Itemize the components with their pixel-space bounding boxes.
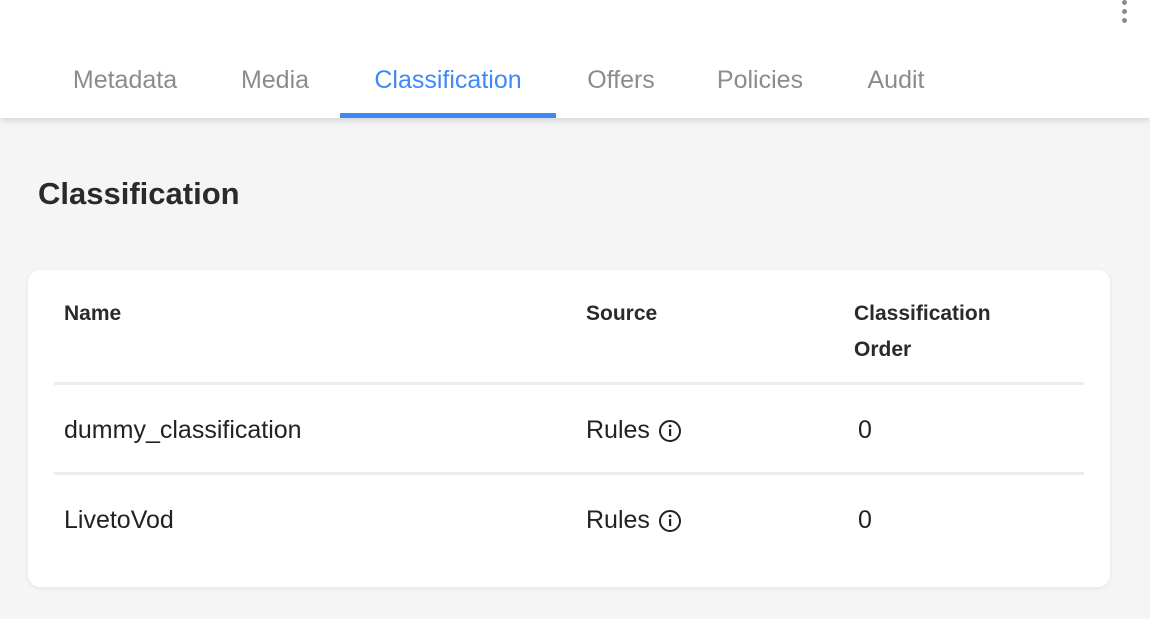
source-label: Rules <box>586 416 650 444</box>
tab-classification[interactable]: Classification <box>340 56 556 118</box>
column-header-classification-order: Classification Order <box>854 302 991 361</box>
tab-policies[interactable]: Policies <box>700 56 820 118</box>
cell-source: Rules <box>586 502 682 538</box>
header-divider <box>54 382 1084 385</box>
column-header-source: Source <box>586 302 658 325</box>
cell-order: 0 <box>858 416 872 444</box>
source-label: Rules <box>586 506 650 534</box>
cell-order: 0 <box>858 506 872 534</box>
tab-metadata[interactable]: Metadata <box>40 56 210 118</box>
page-title: Classification <box>38 176 240 211</box>
tab-media[interactable]: Media <box>220 56 330 118</box>
tab-label: Media <box>240 66 310 94</box>
tab-label: Audit <box>867 66 925 94</box>
tab-label: Policies <box>716 66 804 94</box>
classification-table: Name Source Classification Order dummy_c… <box>28 270 1110 587</box>
cell-name: dummy_classification <box>64 416 302 444</box>
tab-audit[interactable]: Audit <box>850 56 942 118</box>
tab-offers[interactable]: Offers <box>566 56 676 118</box>
main-content: Classification Name Source Classificatio… <box>0 118 1150 619</box>
active-tab-indicator <box>340 113 556 118</box>
tab-label: Metadata <box>72 66 178 94</box>
more-vert-icon[interactable] <box>1114 0 1134 28</box>
info-icon[interactable] <box>658 509 682 533</box>
tab-label: Classification <box>374 66 522 94</box>
cell-source: Rules <box>586 412 682 448</box>
cell-name: LivetoVod <box>64 506 174 534</box>
tab-label: Offers <box>587 66 655 94</box>
column-header-name: Name <box>64 302 122 325</box>
top-header: Metadata Media Classification Offers Pol… <box>0 0 1150 118</box>
row-divider <box>54 472 1084 475</box>
info-icon[interactable] <box>658 419 682 443</box>
